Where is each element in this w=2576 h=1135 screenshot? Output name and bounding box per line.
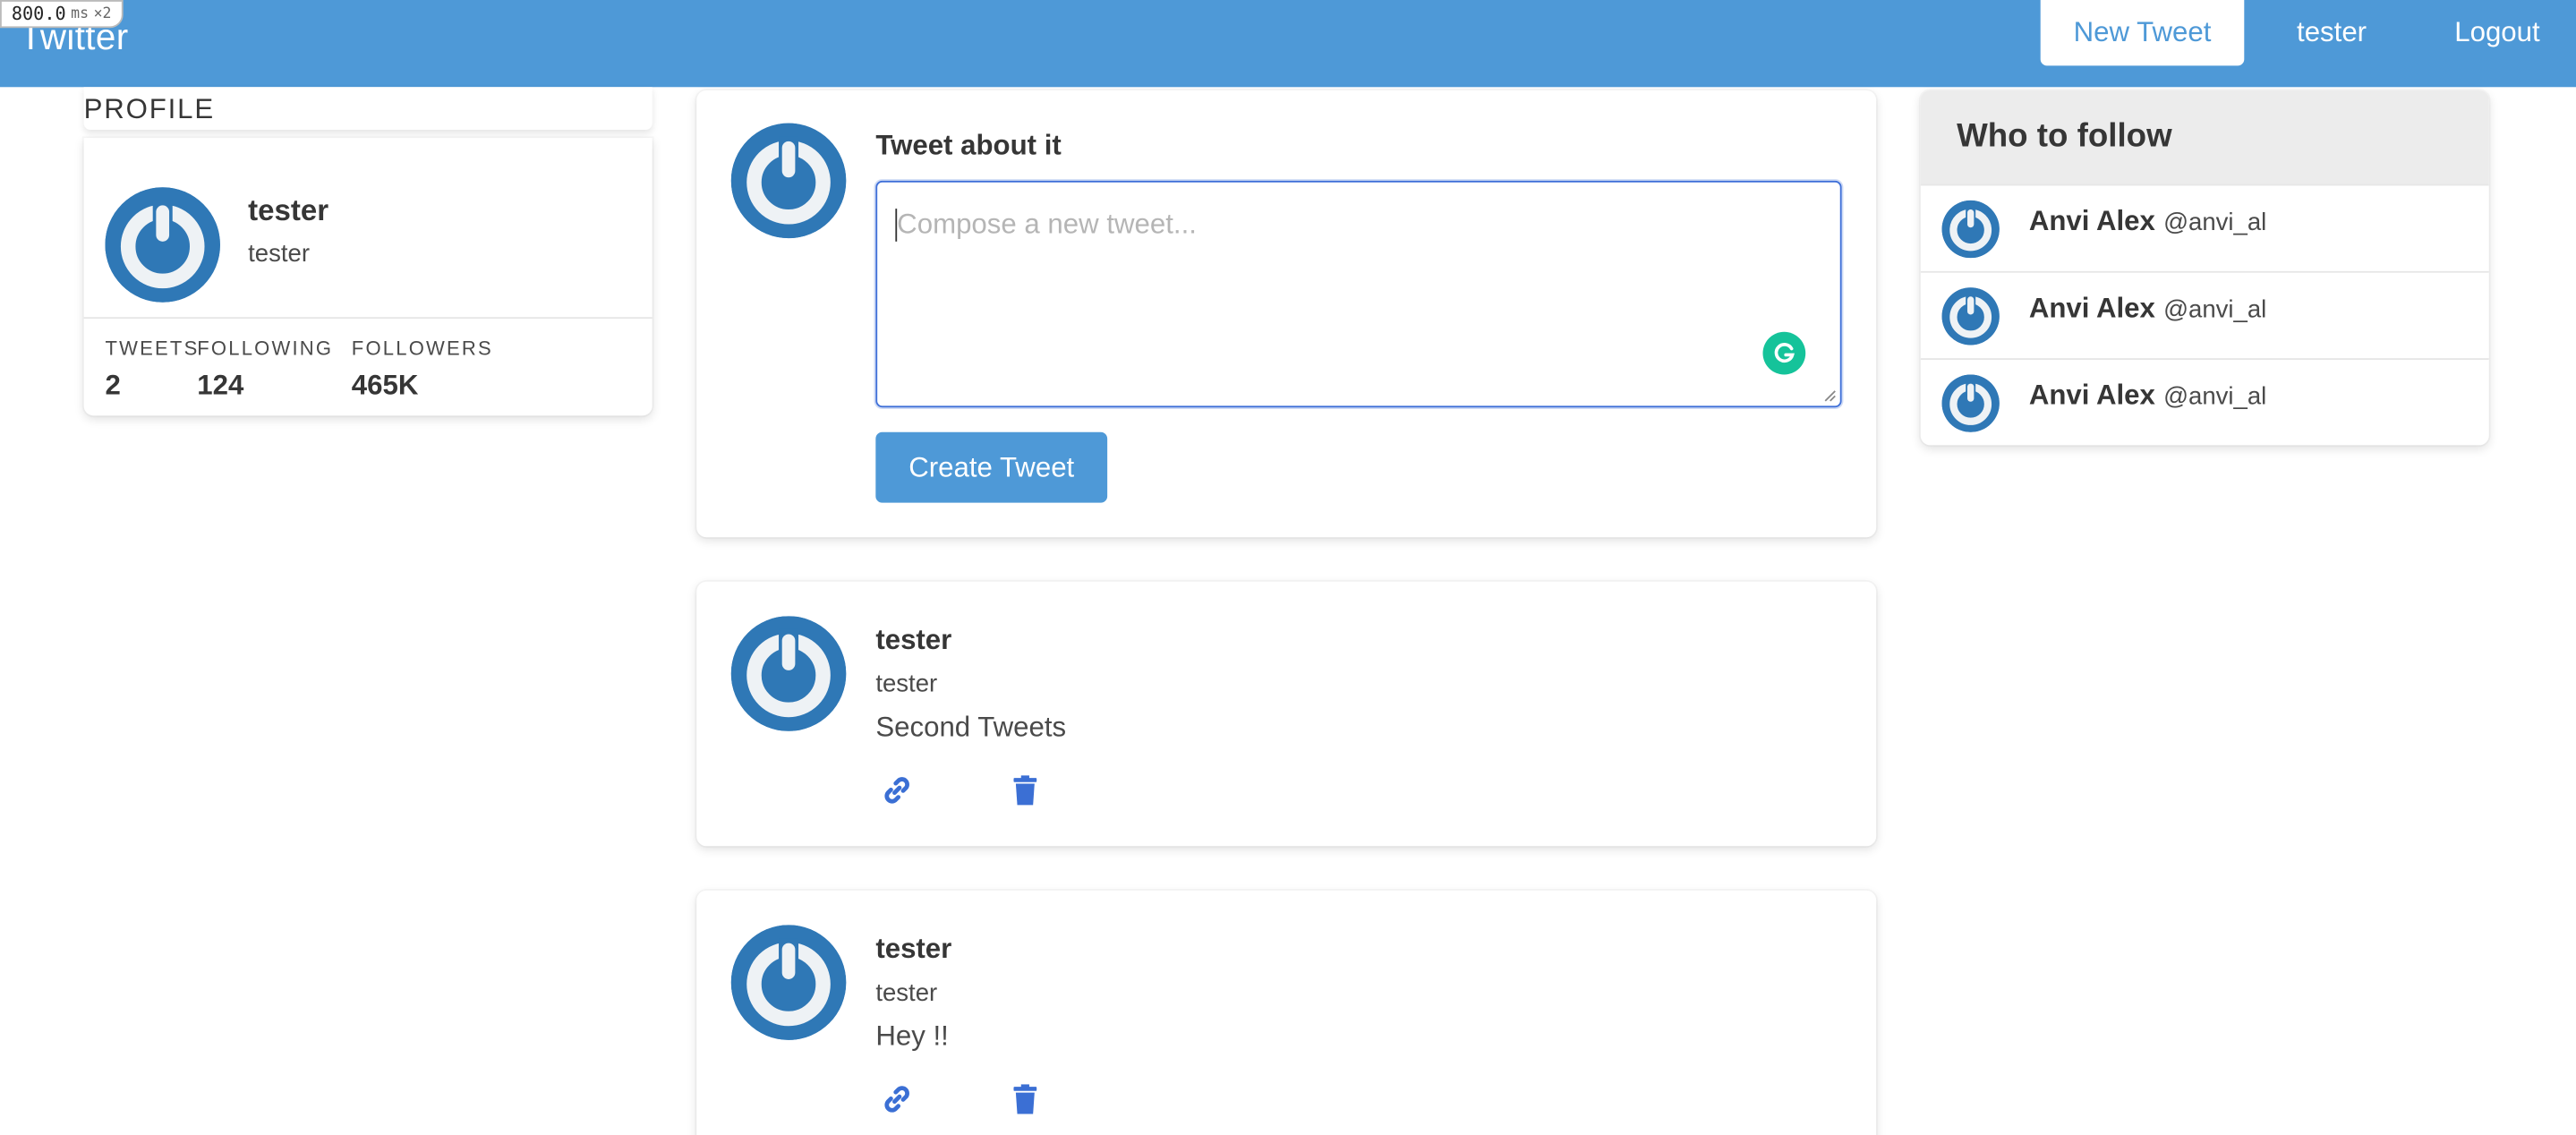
follow-suggestion[interactable]: Anvi Alex @anvi_al [1920, 183, 2489, 271]
new-tweet-button[interactable]: New Tweet [2040, 0, 2245, 66]
grammarly-icon[interactable] [1762, 331, 1806, 375]
profile-header: PROFILE [83, 87, 653, 131]
follow-name-line: Anvi Alex @anvi_al [2029, 380, 2266, 413]
stat-value-tweets[interactable]: 2 [105, 370, 120, 403]
tweet-card: tester tester Second Tweets [696, 581, 1877, 847]
resize-handle-icon[interactable] [1823, 389, 1837, 403]
logout-link[interactable]: Logout [2454, 16, 2539, 49]
follow-suggestion[interactable]: Anvi Alex @anvi_al [1920, 358, 2489, 445]
text-caret [895, 209, 898, 242]
profile-divider [83, 317, 653, 320]
tweet-author-name[interactable]: tester [875, 624, 951, 657]
follow-name[interactable]: Anvi Alex [2029, 380, 2155, 411]
nav-user-link[interactable]: tester [2297, 16, 2367, 49]
tweet-card: tester tester Hey !! [696, 890, 1877, 1135]
follow-name-line: Anvi Alex @anvi_al [2029, 293, 2266, 326]
power-avatar-icon[interactable] [730, 925, 847, 1040]
follow-handle: @anvi_al [2163, 382, 2267, 411]
follow-handle: @anvi_al [2163, 295, 2267, 324]
who-to-follow-card: Who to follow Anvi Alex @anvi_al Anvi Ale… [1920, 90, 2489, 446]
profile-header-label: PROFILE [83, 93, 215, 125]
trash-icon[interactable] [1009, 1083, 1042, 1116]
stat-label-tweets: TWEETS [105, 337, 200, 360]
power-avatar-icon[interactable] [730, 123, 847, 239]
profile-card: tester tester TWEETS FOLLOWING FOLLOWERS… [83, 138, 653, 416]
compose-card: Tweet about it Compose a new tweet... Cr… [696, 90, 1877, 538]
compose-title: Tweet about it [875, 130, 1062, 161]
tweet-author-handle: tester [875, 978, 938, 1008]
stat-value-followers[interactable]: 465K [352, 370, 419, 403]
timer-value: 800.0 [11, 3, 66, 25]
link-icon[interactable] [881, 774, 914, 807]
power-avatar-icon[interactable] [1941, 287, 2000, 346]
power-avatar-icon[interactable] [730, 616, 847, 731]
stat-label-following: FOLLOWING [197, 337, 334, 360]
power-avatar-icon[interactable] [1941, 374, 2000, 432]
trash-icon[interactable] [1009, 774, 1042, 807]
tweet-text: Second Tweets [875, 711, 1067, 743]
timer-unit: ms [71, 5, 90, 22]
compose-placeholder: Compose a new tweet... [897, 209, 1197, 240]
profile-handle: tester [248, 239, 311, 269]
compose-textarea[interactable]: Compose a new tweet... [875, 180, 1842, 408]
tweet-author-name[interactable]: tester [875, 934, 951, 967]
follow-name[interactable]: Anvi Alex [2029, 205, 2155, 236]
create-tweet-button[interactable]: Create Tweet [875, 431, 1108, 503]
tweet-text: Hey !! [875, 1020, 949, 1052]
power-avatar-icon[interactable] [1941, 200, 2000, 259]
stat-value-following[interactable]: 124 [197, 370, 243, 403]
link-icon[interactable] [881, 1083, 914, 1116]
follow-name-line: Anvi Alex @anvi_al [2029, 205, 2266, 238]
follow-suggestion[interactable]: Anvi Alex @anvi_al [1920, 270, 2489, 358]
follow-name[interactable]: Anvi Alex [2029, 293, 2155, 324]
follow-handle: @anvi_al [2163, 209, 2267, 237]
render-timer-badge: 800.0 ms ×2 [0, 0, 124, 29]
timer-multiplier: ×2 [93, 5, 112, 22]
profile-name[interactable]: tester [248, 194, 328, 229]
who-to-follow-header: Who to follow [1920, 90, 2489, 184]
stat-label-followers: FOLLOWERS [351, 337, 493, 360]
power-avatar-icon[interactable] [105, 187, 220, 303]
top-navbar: Twitter New Tweet tester Logout [0, 0, 2576, 88]
tweet-author-handle: tester [875, 670, 938, 699]
who-to-follow-title: Who to follow [1957, 118, 2172, 155]
